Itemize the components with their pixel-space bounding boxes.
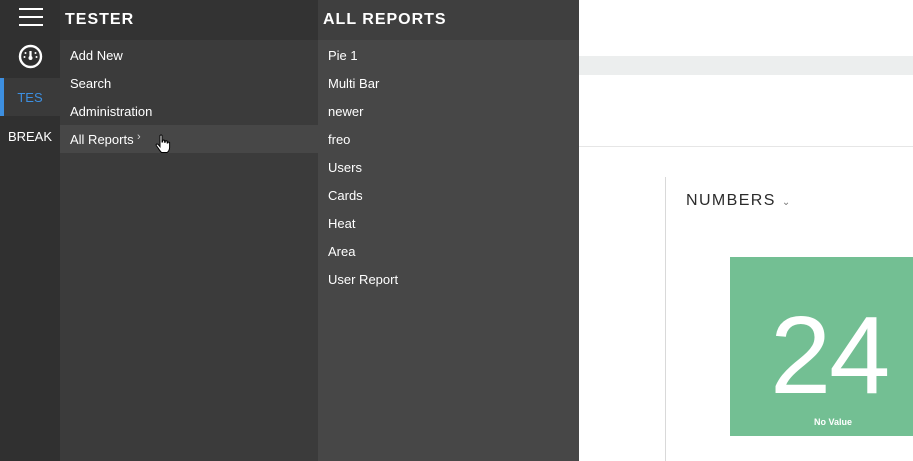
chevron-down-icon[interactable]: ⌄ bbox=[782, 197, 792, 208]
report-item-pie-1[interactable]: Pie 1 bbox=[318, 41, 579, 69]
panel-header: ALL REPORTS bbox=[318, 0, 579, 40]
report-item-users[interactable]: Users bbox=[318, 153, 579, 181]
menu-item-administration[interactable]: Administration bbox=[60, 97, 318, 125]
report-item-label: newer bbox=[328, 104, 364, 119]
panel-header: TESTER bbox=[60, 0, 318, 40]
menu-item-add-new[interactable]: Add New bbox=[60, 41, 318, 69]
number-card: 24 No Value bbox=[730, 257, 913, 436]
report-item-label: Cards bbox=[328, 188, 363, 203]
panel-title: ALL REPORTS bbox=[323, 11, 447, 28]
hamburger-icon[interactable] bbox=[19, 8, 43, 26]
chevron-right-icon: › bbox=[137, 131, 141, 143]
menu-item-search[interactable]: Search bbox=[60, 69, 318, 97]
report-item-label: Pie 1 bbox=[328, 48, 358, 63]
report-item-label: Heat bbox=[328, 216, 356, 231]
report-item-heat[interactable]: Heat bbox=[318, 209, 579, 237]
rail-item-label: BREAK bbox=[7, 128, 53, 144]
left-rail: TES BREAK bbox=[0, 0, 60, 461]
report-item-label: User Report bbox=[328, 272, 399, 287]
numbers-title-label: NUMBERS bbox=[686, 192, 776, 209]
menu-item-label: Administration bbox=[70, 104, 153, 119]
hand-pointer-icon bbox=[155, 134, 171, 154]
menu-item-label: Search bbox=[70, 76, 112, 91]
report-item-label: Users bbox=[328, 160, 362, 175]
report-item-label: freo bbox=[328, 132, 351, 147]
all-reports-panel: ALL REPORTS Pie 1 Multi Bar newer freo U… bbox=[318, 0, 579, 461]
rail-item-label: TES bbox=[17, 89, 43, 105]
report-item-area[interactable]: Area bbox=[318, 237, 579, 265]
dashboard-gauge-icon[interactable] bbox=[18, 44, 43, 69]
menu-item-label: All Reports bbox=[70, 132, 134, 147]
menu-item-all-reports[interactable]: All Reports › bbox=[60, 125, 318, 153]
report-item-label: Area bbox=[328, 244, 356, 259]
panel-title: TESTER bbox=[65, 11, 135, 28]
report-item-label: Multi Bar bbox=[328, 76, 380, 91]
rail-item-tes[interactable]: TES bbox=[0, 78, 60, 116]
report-item-user-report[interactable]: User Report bbox=[318, 265, 579, 293]
numbers-widget-title[interactable]: NUMBERS ⌄ bbox=[686, 189, 792, 213]
report-item-cards[interactable]: Cards bbox=[318, 181, 579, 209]
column-divider bbox=[665, 177, 666, 461]
number-subtitle: No Value bbox=[814, 417, 853, 427]
report-item-freo[interactable]: freo bbox=[318, 125, 579, 153]
report-item-newer[interactable]: newer bbox=[318, 97, 579, 125]
tester-menu-panel: TESTER Add New Search Administration All… bbox=[60, 0, 318, 461]
report-item-multi-bar[interactable]: Multi Bar bbox=[318, 69, 579, 97]
rail-item-break[interactable]: BREAK bbox=[0, 117, 60, 155]
number-value: 24 bbox=[770, 294, 890, 417]
menu-item-label: Add New bbox=[70, 48, 123, 63]
